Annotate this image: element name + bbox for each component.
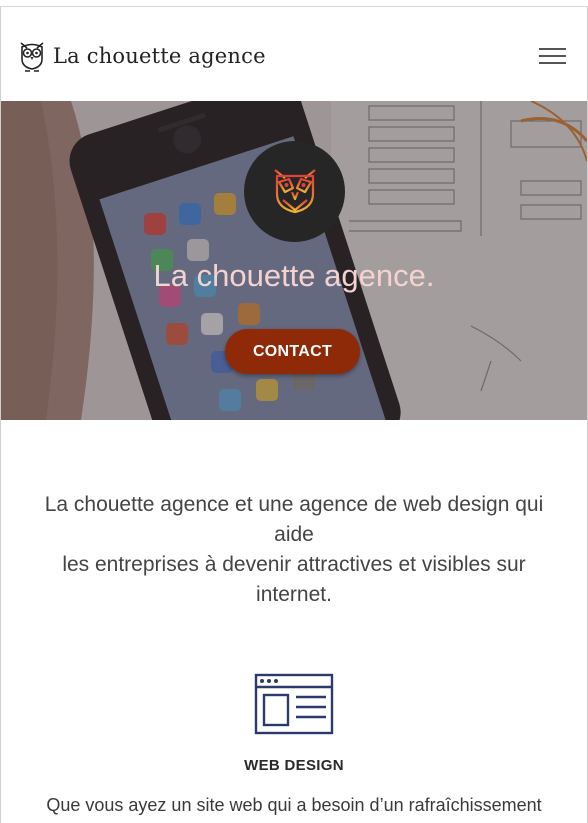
service-description: Que vous ayez un site web qui a besoin d… bbox=[46, 795, 542, 815]
intro-line: les entreprises à devenir attractives et… bbox=[62, 553, 526, 606]
window-top-edge bbox=[0, 0, 588, 7]
hero-logo-badge bbox=[244, 141, 345, 242]
brand-link[interactable]: La chouette agence bbox=[17, 40, 266, 72]
service-title: WEB DESIGN bbox=[244, 757, 344, 774]
hero-title: La chouette agence. bbox=[153, 258, 435, 293]
brand-name: La chouette agence bbox=[53, 44, 266, 68]
web-page-layout-icon bbox=[254, 673, 334, 735]
contact-button[interactable]: CONTACT bbox=[225, 329, 360, 374]
owl-icon bbox=[273, 168, 316, 218]
intro-text: La chouette agence et une agence de web … bbox=[28, 490, 560, 610]
hero-section: La chouette agence. CONTACT bbox=[1, 101, 587, 420]
owl-icon bbox=[20, 42, 44, 72]
site-header: La chouette agence bbox=[1, 8, 587, 101]
hamburger-menu-icon[interactable] bbox=[539, 48, 566, 66]
intro-line: La chouette agence et une agence de web … bbox=[44, 493, 544, 546]
